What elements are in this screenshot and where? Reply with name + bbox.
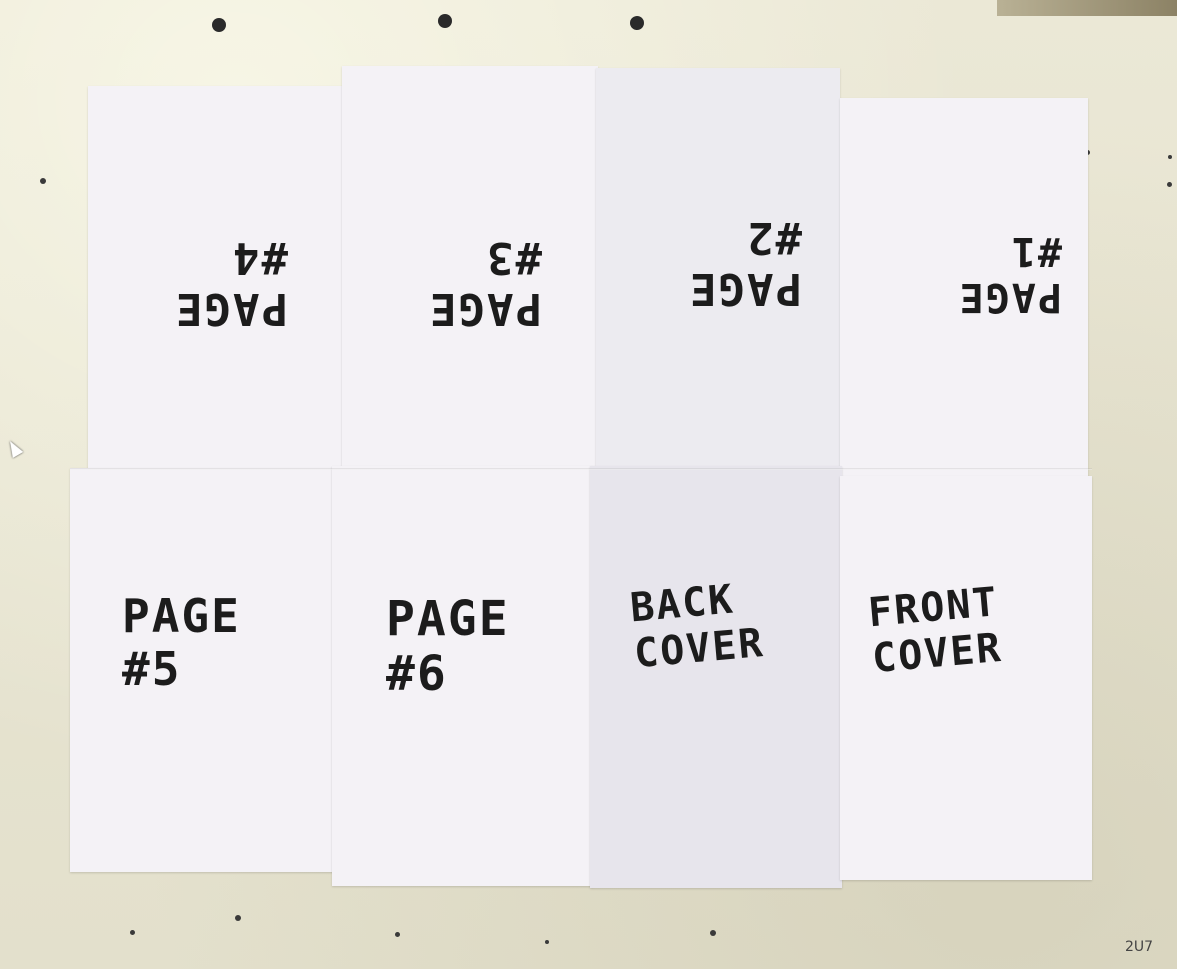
ink-speck xyxy=(40,178,46,184)
ink-speck xyxy=(1168,155,1172,159)
ink-speck xyxy=(545,940,549,944)
table-hole xyxy=(212,18,226,32)
label-page-4: PAGE #4 xyxy=(174,232,288,335)
ink-speck xyxy=(130,930,135,935)
table-hole xyxy=(438,14,452,28)
label-page-6: PAGE #6 xyxy=(386,591,510,703)
ink-speck xyxy=(1167,182,1172,187)
horizontal-fold-crease xyxy=(70,468,1092,470)
label-page-2: PAGE #2 xyxy=(688,212,802,315)
ink-speck xyxy=(235,915,241,921)
table-hole xyxy=(630,16,644,30)
wooden-edge xyxy=(997,0,1177,16)
corner-mark: 2U7 xyxy=(1124,939,1153,955)
panel-back-cover xyxy=(590,466,842,888)
label-page-3: PAGE #3 xyxy=(428,232,542,335)
label-front-cover: FRONT COVER xyxy=(866,579,1005,683)
label-back-cover: BACK COVER xyxy=(628,576,767,678)
ink-speck xyxy=(395,932,400,937)
label-page-5: PAGE #5 xyxy=(122,589,241,696)
ink-speck xyxy=(710,930,716,936)
label-page-1: PAGE #1 xyxy=(957,228,1062,320)
